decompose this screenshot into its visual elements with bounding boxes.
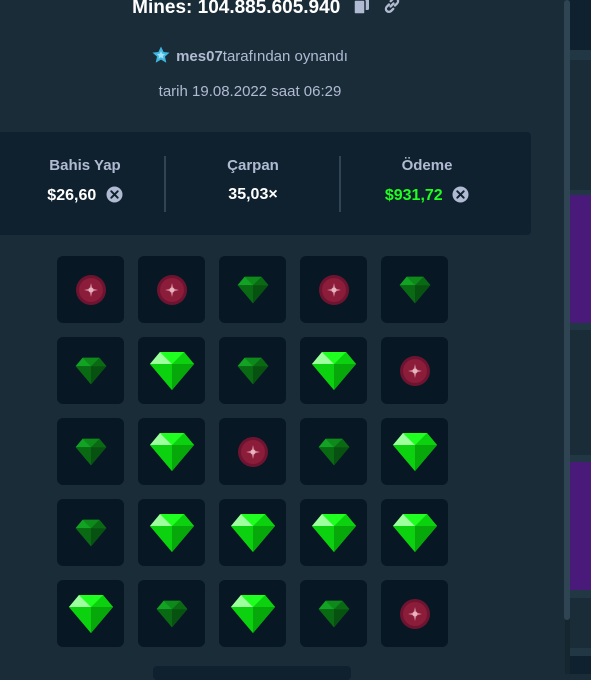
revealed-gem-tile bbox=[138, 499, 205, 566]
player-name[interactable]: mes07 bbox=[176, 48, 223, 65]
gem-icon bbox=[75, 357, 106, 384]
copy-icon[interactable] bbox=[352, 0, 370, 20]
revealed-gem-tile bbox=[300, 499, 367, 566]
gem-tile bbox=[57, 337, 124, 404]
gem-icon bbox=[68, 594, 113, 633]
stat-bet-value: $26,60 bbox=[47, 187, 97, 204]
revealed-gem-tile bbox=[300, 337, 367, 404]
currency-coin-icon bbox=[106, 186, 123, 208]
stat-multiplier-label: Çarpan bbox=[227, 157, 279, 174]
gem-icon bbox=[156, 600, 187, 627]
gem-icon bbox=[230, 594, 275, 633]
gem-icon bbox=[75, 438, 106, 465]
revealed-gem-tile bbox=[219, 580, 286, 647]
bottom-button-partial[interactable] bbox=[153, 666, 351, 680]
gem-tile bbox=[57, 418, 124, 485]
gem-tile bbox=[57, 499, 124, 566]
mine-tile bbox=[138, 256, 205, 323]
star-badge-icon bbox=[152, 46, 170, 68]
gem-icon bbox=[318, 438, 349, 465]
mine-icon bbox=[75, 274, 106, 305]
gem-icon bbox=[311, 351, 356, 390]
background-block bbox=[570, 462, 591, 590]
gem-icon bbox=[237, 276, 268, 303]
background-block bbox=[570, 195, 591, 323]
revealed-gem-tile bbox=[138, 337, 205, 404]
gem-tile bbox=[138, 580, 205, 647]
revealed-gem-tile bbox=[219, 499, 286, 566]
gem-tile bbox=[219, 337, 286, 404]
stat-payout: Ödeme $931,72 bbox=[342, 132, 512, 208]
gem-icon bbox=[392, 513, 437, 552]
played-by-row: mes07tarafından oynandı bbox=[0, 46, 500, 68]
mine-icon bbox=[156, 274, 187, 305]
gem-icon bbox=[230, 513, 275, 552]
stat-bet-value-row: $26,60 bbox=[0, 186, 170, 208]
revealed-gem-tile bbox=[381, 499, 448, 566]
mine-icon bbox=[318, 274, 349, 305]
gem-icon bbox=[311, 513, 356, 552]
stat-payout-label: Ödeme bbox=[401, 157, 453, 174]
gem-icon bbox=[237, 357, 268, 384]
gem-icon bbox=[75, 519, 106, 546]
stat-divider bbox=[339, 156, 341, 212]
game-title-row: Mines: 104.885.605.940 bbox=[0, 0, 533, 20]
mine-icon bbox=[399, 598, 430, 629]
gem-tile bbox=[300, 418, 367, 485]
stat-bet-label: Bahis Yap bbox=[49, 157, 121, 174]
mine-tile bbox=[381, 337, 448, 404]
stat-multiplier: Çarpan 35,03× bbox=[168, 132, 338, 204]
background-block bbox=[570, 598, 591, 648]
gem-icon bbox=[318, 600, 349, 627]
bet-date: tarih 19.08.2022 saat 06:29 bbox=[158, 83, 342, 100]
mine-tile bbox=[300, 256, 367, 323]
background-block bbox=[570, 656, 591, 674]
mine-tile bbox=[57, 256, 124, 323]
game-title: Mines: 104.885.605.940 bbox=[132, 0, 341, 18]
gem-icon bbox=[392, 432, 437, 471]
gem-icon bbox=[399, 276, 430, 303]
bet-details-modal: Mines: 104.885.605.940 mes07tarafından o… bbox=[0, 0, 570, 680]
stat-payout-value: $931,72 bbox=[384, 187, 443, 204]
gem-tile bbox=[219, 256, 286, 323]
bet-stats-panel: Bahis Yap $26,60 Çarpan 35,03× Ödeme $93… bbox=[0, 132, 531, 235]
played-by-suffix: tarafından oynandı bbox=[222, 48, 348, 65]
background-block bbox=[570, 60, 591, 190]
mine-icon bbox=[237, 436, 268, 467]
mine-tile bbox=[219, 418, 286, 485]
revealed-gem-tile bbox=[138, 418, 205, 485]
gem-icon bbox=[149, 513, 194, 552]
stat-payout-value-row: $931,72 bbox=[342, 186, 512, 208]
revealed-gem-tile bbox=[381, 418, 448, 485]
gem-tile bbox=[381, 256, 448, 323]
gem-icon bbox=[149, 351, 194, 390]
mine-tile bbox=[381, 580, 448, 647]
stat-divider bbox=[164, 156, 166, 212]
mine-icon bbox=[399, 355, 430, 386]
currency-coin-icon bbox=[452, 186, 469, 208]
stat-bet: Bahis Yap $26,60 bbox=[0, 132, 170, 208]
gem-icon bbox=[149, 432, 194, 471]
background-block bbox=[570, 0, 591, 50]
gem-tile bbox=[300, 580, 367, 647]
link-icon[interactable] bbox=[383, 0, 401, 20]
stat-multiplier-value: 35,03× bbox=[228, 186, 278, 203]
revealed-gem-tile bbox=[57, 580, 124, 647]
background-block bbox=[570, 330, 591, 455]
